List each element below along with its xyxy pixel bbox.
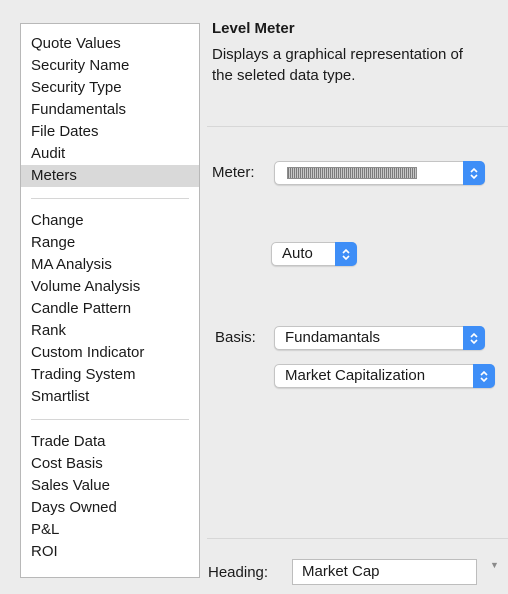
list-item-ma-analysis[interactable]: MA Analysis [21, 254, 199, 276]
list-item-cost-basis[interactable]: Cost Basis [21, 453, 199, 475]
list-item-sales-value[interactable]: Sales Value [21, 475, 199, 497]
list-item-security-name[interactable]: Security Name [21, 55, 199, 77]
list-item-volume-analysis[interactable]: Volume Analysis [21, 276, 199, 298]
list-item-audit[interactable]: Audit [21, 143, 199, 165]
list-group-3: Trade Data Cost Basis Sales Value Days O… [21, 431, 199, 563]
settings-window: Quote Values Security Name Security Type… [0, 0, 508, 594]
auto-popup[interactable]: Auto [271, 242, 357, 266]
chevron-updown-icon [463, 161, 485, 185]
heading-label: Heading: [208, 564, 269, 581]
list-item-range[interactable]: Range [21, 232, 199, 254]
list-item-quote-values[interactable]: Quote Values [21, 33, 199, 55]
list-item-change[interactable]: Change [21, 210, 199, 232]
list-item-file-dates[interactable]: File Dates [21, 121, 199, 143]
panel-title: Level Meter [212, 20, 295, 37]
meter-label: Meter: [212, 164, 255, 181]
basis-field-popup[interactable]: Market Capitalization [274, 364, 495, 388]
list-separator [31, 419, 189, 420]
list-item-days-owned[interactable]: Days Owned [21, 497, 199, 519]
list-item-security-type[interactable]: Security Type [21, 77, 199, 99]
meter-style-popup[interactable] [274, 161, 485, 185]
list-group-2: Change Range MA Analysis Volume Analysis… [21, 210, 199, 408]
list-item-trading-system[interactable]: Trading System [21, 364, 199, 386]
list-item-smartlist[interactable]: Smartlist [21, 386, 199, 408]
list-item-candle-pattern[interactable]: Candle Pattern [21, 298, 199, 320]
caret-down-icon[interactable]: ▼ [490, 560, 499, 570]
basis-field-popup-value: Market Capitalization [285, 367, 426, 384]
divider [207, 538, 508, 539]
panel-description: Displays a graphical representation of t… [212, 46, 463, 84]
heading-input[interactable]: Market Cap [292, 559, 477, 585]
auto-popup-value: Auto [282, 245, 313, 262]
chevron-updown-icon [463, 326, 485, 350]
list-item-meters[interactable]: Meters [21, 165, 199, 187]
list-group-1: Quote Values Security Name Security Type… [21, 33, 199, 187]
chevron-updown-icon [473, 364, 495, 388]
basis-label: Basis: [215, 329, 256, 346]
basis-popup[interactable]: Fundamantals [274, 326, 485, 350]
list-item-custom-indicator[interactable]: Custom Indicator [21, 342, 199, 364]
category-list[interactable]: Quote Values Security Name Security Type… [20, 23, 200, 578]
basis-popup-value: Fundamantals [285, 329, 381, 346]
list-item-rank[interactable]: Rank [21, 320, 199, 342]
chevron-updown-icon [335, 242, 357, 266]
list-item-fundamentals[interactable]: Fundamentals [21, 99, 199, 121]
list-item-roi[interactable]: ROI [21, 541, 199, 563]
divider [207, 126, 508, 127]
list-item-pl[interactable]: P&L [21, 519, 199, 541]
list-separator [31, 198, 189, 199]
meter-preview [287, 167, 417, 179]
list-item-trade-data[interactable]: Trade Data [21, 431, 199, 453]
